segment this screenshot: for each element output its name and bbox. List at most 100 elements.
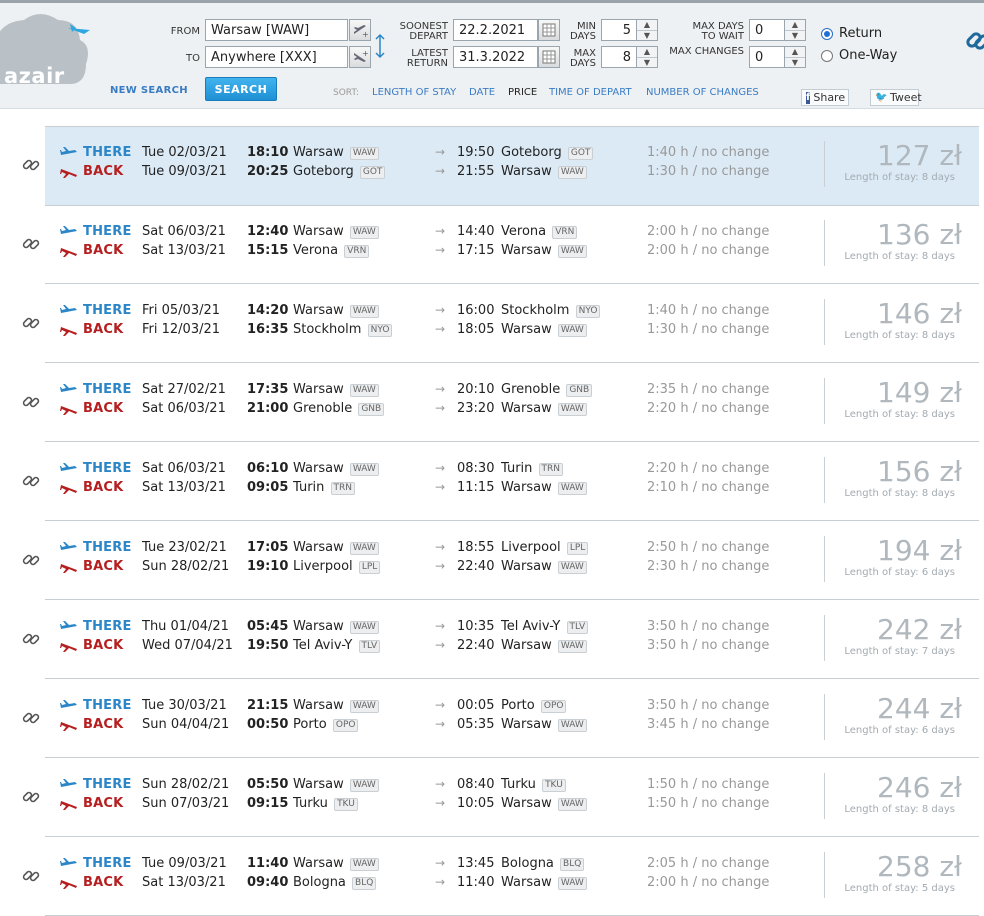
sort-time-of-depart[interactable]: TIME OF DEPART: [549, 87, 632, 98]
leg-direction: THERE: [83, 145, 132, 160]
arrival-city: Warsaw WAW: [501, 717, 587, 732]
price-divider: [824, 694, 825, 740]
link-icon[interactable]: [22, 314, 40, 332]
link-icon[interactable]: [22, 472, 40, 490]
link-icon[interactable]: [22, 235, 40, 253]
min-days-stepper[interactable]: ▲ ▼: [636, 19, 658, 41]
price[interactable]: 149 zł: [877, 376, 962, 409]
departure-airport-code: WAW: [349, 463, 379, 476]
arrival-time: 23:20: [457, 401, 495, 416]
departure-city-name: Turin: [293, 480, 325, 495]
departure-time: 12:40: [247, 224, 289, 239]
leg-date: Wed 07/04/21: [142, 638, 233, 653]
departure-city-name: Warsaw: [293, 461, 344, 476]
length-of-stay: Length of stay: 6 days: [844, 725, 955, 736]
stepper-up-icon[interactable]: ▲: [785, 20, 805, 31]
result-row[interactable]: THERE Sat 06/03/21 06:10 Warsaw WAW → 08:30 Tu…: [0, 442, 984, 521]
result-row[interactable]: THERE Thu 01/04/21 05:45 Warsaw WAW → 10:35 Te…: [0, 600, 984, 679]
link-icon[interactable]: [22, 156, 40, 174]
latest-return-input[interactable]: 31.3.2022: [453, 46, 538, 68]
soonest-depart-input[interactable]: 22.2.2021: [453, 19, 538, 41]
price[interactable]: 246 zł: [877, 771, 962, 804]
radio-unchecked-icon[interactable]: [821, 49, 833, 62]
from-picker-button[interactable]: +: [349, 19, 371, 41]
sort-number-of-changes[interactable]: NUMBER OF CHANGES: [646, 87, 759, 98]
radio-checked-icon[interactable]: [821, 27, 833, 40]
max-days-input[interactable]: 8: [601, 46, 637, 68]
result-row[interactable]: THERE Sun 28/02/21 05:50 Warsaw WAW → 08:40 Tu…: [0, 758, 984, 837]
arrival-time: 10:35: [457, 619, 495, 634]
azair-logo[interactable]: azair: [0, 6, 92, 102]
length-of-stay: Length of stay: 8 days: [844, 251, 955, 262]
twitter-tweet-button[interactable]: 🐦 Tweet: [870, 89, 922, 106]
swap-direction-icon[interactable]: [373, 33, 387, 59]
departure-airport-code: GOT: [359, 166, 386, 179]
max-days-wait-input[interactable]: 0: [749, 19, 785, 41]
departure-city-name: Bologna: [293, 875, 346, 890]
departure-city: Liverpool LPL: [293, 559, 381, 574]
leg-direction: BACK: [83, 875, 124, 890]
stepper-down-icon[interactable]: ▼: [785, 31, 805, 41]
min-days-input[interactable]: 5: [601, 19, 637, 41]
to-picker-button[interactable]: +: [349, 46, 371, 68]
result-row[interactable]: THERE Tue 09/03/21 11:40 Warsaw WAW → 13:45 Bo…: [0, 837, 984, 916]
result-row[interactable]: THERE Fri 05/03/21 14:20 Warsaw WAW → 16:00 St…: [0, 284, 984, 363]
stepper-down-icon[interactable]: ▼: [785, 58, 805, 68]
link-icon[interactable]: [22, 709, 40, 727]
from-input[interactable]: Warsaw [WAW]: [205, 19, 348, 41]
facebook-share-button[interactable]: f Share: [801, 89, 849, 106]
price[interactable]: 244 zł: [877, 692, 962, 725]
return-radio[interactable]: Return: [821, 26, 882, 41]
departure-airport-code: WAW: [349, 226, 379, 239]
sort-date[interactable]: DATE: [469, 87, 495, 98]
result-row[interactable]: THERE Tue 02/03/21 18:10 Warsaw WAW → 19:50 Go…: [0, 126, 984, 206]
to-input[interactable]: Anywhere [XXX]: [205, 46, 348, 68]
arrival-time: 19:50: [457, 145, 495, 160]
departure-plane-icon: [60, 542, 77, 550]
result-row[interactable]: THERE Sat 06/03/21 12:40 Warsaw WAW → 14:40 Ve…: [0, 205, 984, 284]
link-icon[interactable]: [22, 788, 40, 806]
arrival-time: 20:10: [457, 382, 495, 397]
search-button[interactable]: SEARCH: [205, 77, 277, 101]
price[interactable]: 258 zł: [877, 850, 962, 883]
new-search-link[interactable]: NEW SEARCH: [110, 85, 188, 96]
arrow-right-icon: →: [435, 461, 446, 475]
price[interactable]: 194 zł: [877, 534, 962, 567]
stepper-down-icon[interactable]: ▼: [637, 31, 657, 41]
stepper-down-icon[interactable]: ▼: [637, 58, 657, 68]
price[interactable]: 242 zł: [877, 613, 962, 646]
link-icon[interactable]: [22, 551, 40, 569]
arrival-city: Warsaw WAW: [501, 875, 587, 890]
result-row[interactable]: THERE Tue 23/02/21 17:05 Warsaw WAW → 18:55 Li…: [0, 521, 984, 600]
link-icon[interactable]: [22, 630, 40, 648]
latest-return-calendar-button[interactable]: [538, 46, 560, 68]
price[interactable]: 156 zł: [877, 455, 962, 488]
price-divider: [824, 773, 825, 819]
tweet-label: Tweet: [890, 91, 922, 104]
max-days-wait-stepper[interactable]: ▲ ▼: [784, 19, 806, 41]
oneway-radio-label: One-Way: [839, 48, 898, 63]
soonest-depart-calendar-button[interactable]: [538, 19, 560, 41]
arrival-city-name: Warsaw: [501, 401, 552, 416]
arrival-city: Bologna BLQ: [501, 856, 585, 871]
link-icon[interactable]: [22, 393, 40, 411]
price[interactable]: 127 zł: [877, 139, 962, 172]
result-row[interactable]: THERE Sat 27/02/21 17:35 Warsaw WAW → 20:10 Gr…: [0, 363, 984, 442]
stepper-up-icon[interactable]: ▲: [785, 47, 805, 58]
inbound-leg: BACK Tue 09/03/21 20:25 Goteborg GOT → 21:55 W…: [60, 164, 980, 183]
permalink-icon[interactable]: [964, 26, 984, 56]
sort-length-of-stay[interactable]: LENGTH OF STAY: [372, 87, 456, 98]
link-icon[interactable]: [22, 867, 40, 885]
result-row[interactable]: THERE Tue 30/03/21 21:15 Warsaw WAW → 00:05 Po…: [0, 679, 984, 758]
price-divider: [824, 615, 825, 661]
price[interactable]: 136 zł: [877, 218, 962, 251]
max-changes-input[interactable]: 0: [749, 46, 785, 68]
oneway-radio[interactable]: One-Way: [821, 48, 897, 63]
stepper-up-icon[interactable]: ▲: [637, 20, 657, 31]
max-changes-stepper[interactable]: ▲ ▼: [784, 46, 806, 68]
arrival-airport-code: GNB: [566, 384, 593, 397]
price[interactable]: 146 zł: [877, 297, 962, 330]
sort-price[interactable]: PRICE: [508, 87, 537, 98]
departure-time: 00:50: [247, 717, 289, 732]
leg-date: Sun 28/02/21: [142, 777, 230, 792]
